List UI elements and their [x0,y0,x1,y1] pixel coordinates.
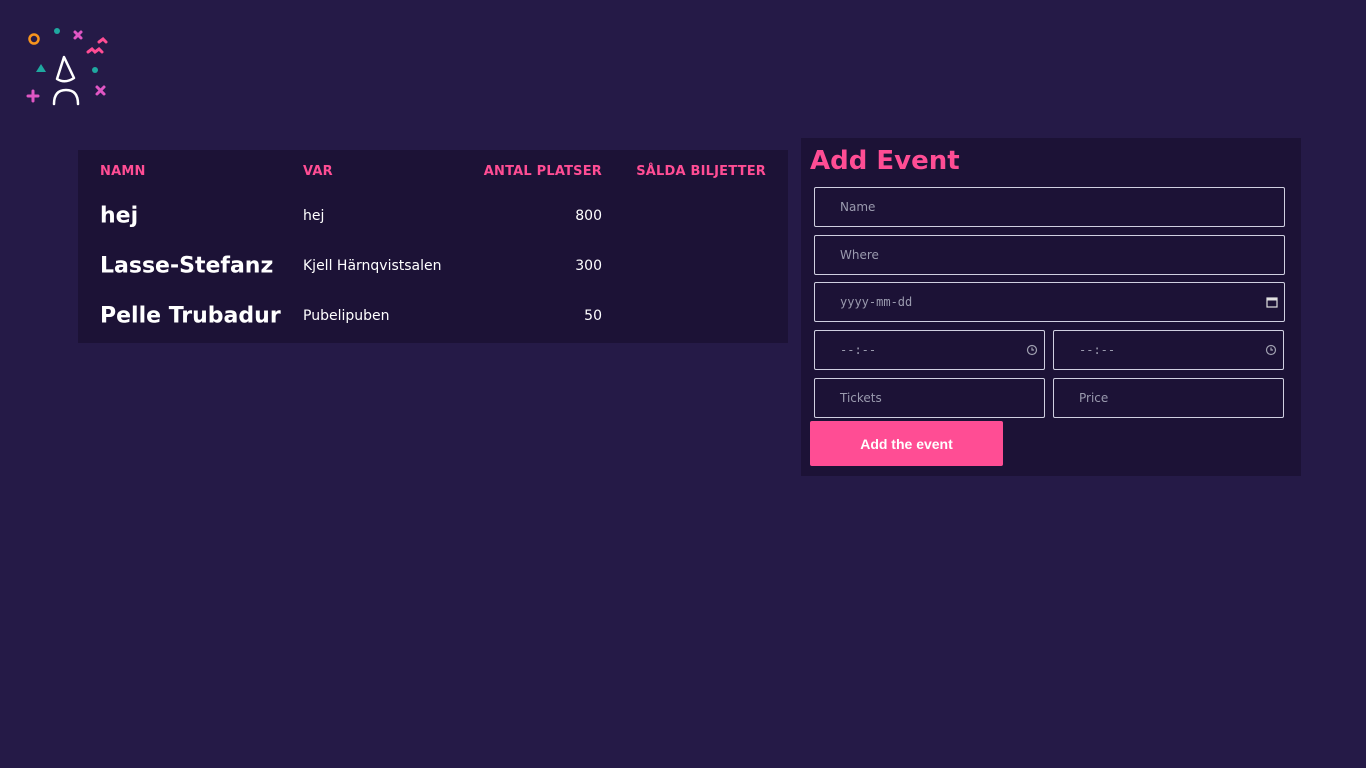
event-name: Lasse-Stefanz [100,253,274,279]
name-placeholder: Name [840,200,876,214]
events-table: NAMN VAR ANTAL PLATSER SÅLDA BILJETTER h… [78,150,788,343]
clock-icon[interactable] [1026,344,1038,356]
table-row: Pelle Trubadur Pubelipuben 50 [78,291,788,341]
column-header-sold: SÅLDA BILJETTER [636,164,766,179]
name-input[interactable]: Name [814,187,1285,227]
where-placeholder: Where [840,248,879,262]
event-where: hej [303,208,325,224]
tickets-input[interactable]: Tickets [814,378,1045,418]
start-time-placeholder: --:-- [840,343,877,357]
where-input[interactable]: Where [814,235,1285,275]
event-where: Kjell Härnqvistsalen [303,258,442,274]
add-event-form: Add Event Name Where yyyy-mm-dd --:-- --… [801,138,1301,476]
column-header-seats: ANTAL PLATSER [483,164,602,179]
column-header-where: VAR [303,164,333,179]
add-event-button[interactable]: Add the event [810,421,1003,466]
end-time-input[interactable]: --:-- [1053,330,1284,370]
event-name: Pelle Trubadur [100,303,281,329]
event-seats: 300 [575,258,602,274]
table-row: hej hej 800 [78,191,788,241]
form-title: Add Event [810,146,960,176]
event-seats: 50 [584,308,602,324]
tickets-placeholder: Tickets [840,391,882,405]
event-name: hej [100,203,139,229]
calendar-icon[interactable] [1266,296,1278,308]
end-time-placeholder: --:-- [1079,343,1116,357]
price-placeholder: Price [1079,391,1109,405]
event-where: Pubelipuben [303,308,390,324]
start-time-input[interactable]: --:-- [814,330,1045,370]
party-logo-icon [26,28,108,106]
event-seats: 800 [575,208,602,224]
table-row: Lasse-Stefanz Kjell Härnqvistsalen 300 [78,241,788,291]
clock-icon[interactable] [1265,344,1277,356]
date-input[interactable]: yyyy-mm-dd [814,282,1285,322]
column-header-name: NAMN [100,164,146,179]
price-input[interactable]: Price [1053,378,1284,418]
date-placeholder: yyyy-mm-dd [840,295,913,309]
